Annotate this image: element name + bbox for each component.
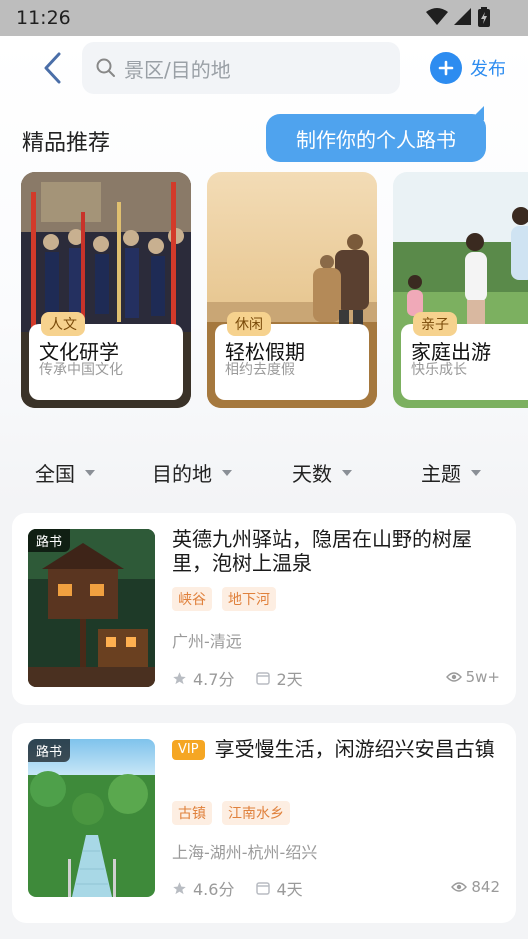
- route-meta: 4.7分 2天: [172, 666, 325, 690]
- eye-icon: [451, 882, 468, 892]
- status-bar: 11:26: [0, 0, 528, 36]
- card-subtitle: 相约去度假: [225, 362, 295, 378]
- card-subtitle: 传承中国文化: [39, 362, 123, 378]
- route-tags: 峡谷 地下河: [172, 587, 276, 611]
- card-tag: 亲子: [413, 312, 457, 336]
- tooltip-text: 制作你的个人路书: [296, 127, 456, 152]
- status-icons: [426, 7, 490, 27]
- chevron-left-icon: [44, 52, 61, 84]
- route-title-text: 享受慢生活，闲游绍兴安昌古镇: [214, 737, 495, 761]
- signal-icon: [454, 8, 471, 25]
- featured-card-family[interactable]: 亲子 家庭出游 快乐成长: [393, 172, 528, 408]
- duration-value: 4天: [276, 880, 303, 899]
- bridge-photo: [28, 739, 155, 897]
- route-location: 上海-湖州-杭州-绍兴: [172, 843, 318, 862]
- publish-button[interactable]: 发布: [430, 52, 506, 84]
- plus-icon: [430, 52, 462, 84]
- wifi-icon: [426, 8, 448, 25]
- card-info: 亲子 家庭出游 快乐成长: [401, 312, 528, 400]
- duration: 2天: [256, 666, 303, 690]
- rating-value: 4.6分: [193, 880, 235, 899]
- featured-card-culture[interactable]: 人文 文化研学 传承中国文化: [21, 172, 191, 408]
- route-location: 广州-清远: [172, 632, 242, 651]
- card-info: 休闲 轻松假期 相约去度假: [215, 312, 369, 400]
- filter-days[interactable]: 天数: [292, 458, 352, 487]
- route-tag: 地下河: [222, 587, 276, 611]
- route-badge: 路书: [28, 529, 71, 552]
- duration-value: 2天: [276, 670, 303, 689]
- filter-theme[interactable]: 主题: [421, 458, 481, 487]
- route-badge: 路书: [28, 739, 71, 762]
- route-card[interactable]: 路书 英德九州驿站，隐居在山野的树屋里，泡树上温泉 峡谷 地下河 广州-清远 4…: [12, 513, 516, 705]
- calendar-icon: [256, 672, 271, 685]
- route-image: 路书: [28, 739, 155, 897]
- filter-region[interactable]: 全国: [35, 458, 95, 487]
- card-subtitle: 快乐成长: [411, 362, 467, 378]
- caret-down-icon: [85, 469, 95, 476]
- route-card[interactable]: 路书 VIP 享受慢生活，闲游绍兴安昌古镇 古镇 江南水乡 上海-湖州-杭州-绍兴…: [12, 723, 516, 923]
- route-tag: 江南水乡: [222, 801, 290, 825]
- route-tags: 古镇 江南水乡: [172, 801, 290, 825]
- route-tag: 峡谷: [172, 587, 212, 611]
- battery-icon: [478, 7, 490, 27]
- route-tag: 古镇: [172, 801, 212, 825]
- search-icon: [96, 58, 115, 77]
- create-route-tooltip[interactable]: 制作你的个人路书: [266, 106, 486, 162]
- filter-label: 主题: [421, 462, 461, 486]
- duration: 4天: [256, 876, 303, 900]
- search-input[interactable]: 景区/目的地: [82, 42, 400, 94]
- route-image: 路书: [28, 529, 155, 687]
- filter-label: 天数: [292, 462, 332, 486]
- route-title: 英德九州驿站，隐居在山野的树屋里，泡树上温泉: [172, 527, 472, 575]
- route-title: VIP 享受慢生活，闲游绍兴安昌古镇: [172, 737, 502, 761]
- route-views: 5w+: [445, 668, 500, 686]
- filter-label: 目的地: [152, 462, 212, 486]
- filter-label: 全国: [35, 462, 75, 486]
- filter-destination[interactable]: 目的地: [152, 458, 232, 487]
- publish-label: 发布: [470, 59, 506, 80]
- route-meta: 4.6分 4天: [172, 876, 325, 900]
- route-views: 842: [451, 878, 500, 896]
- rating-value: 4.7分: [193, 670, 235, 689]
- filter-bar: 全国 目的地 天数 主题: [0, 450, 528, 496]
- eye-icon: [445, 672, 462, 682]
- section-title: 精品推荐: [22, 131, 111, 156]
- star-icon: [173, 881, 186, 894]
- tooltip-tail: [470, 106, 484, 120]
- caret-down-icon: [222, 469, 232, 476]
- vip-badge: VIP: [172, 740, 205, 760]
- featured-card-leisure[interactable]: 休闲 轻松假期 相约去度假: [207, 172, 377, 408]
- card-title: 家庭出游: [411, 340, 491, 364]
- rating: 4.6分: [172, 876, 234, 900]
- rating: 4.7分: [172, 666, 234, 690]
- card-title: 轻松假期: [225, 340, 305, 364]
- card-info: 人文 文化研学 传承中国文化: [29, 312, 183, 400]
- card-title: 文化研学: [39, 340, 119, 364]
- card-tag: 人文: [41, 312, 85, 336]
- caret-down-icon: [471, 469, 481, 476]
- caret-down-icon: [342, 469, 352, 476]
- calendar-icon: [256, 882, 271, 895]
- card-tag: 休闲: [227, 312, 271, 336]
- star-icon: [173, 671, 186, 684]
- views-value: 842: [471, 878, 500, 896]
- views-value: 5w+: [465, 668, 500, 686]
- treehouse-photo: [28, 529, 155, 687]
- status-time: 11:26: [16, 7, 71, 29]
- search-placeholder: 景区/目的地: [124, 57, 231, 82]
- back-button[interactable]: [36, 50, 68, 86]
